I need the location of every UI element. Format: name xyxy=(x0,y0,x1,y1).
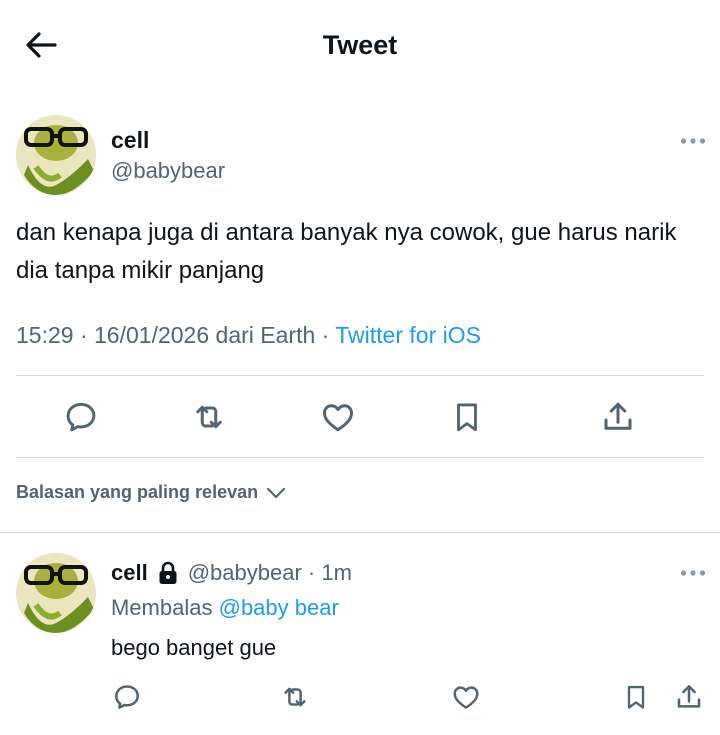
more-icon xyxy=(680,138,706,144)
share-button[interactable] xyxy=(597,396,639,438)
reply-icon xyxy=(66,402,96,432)
reply-button[interactable] xyxy=(60,396,102,438)
divider xyxy=(16,375,704,376)
lock-icon xyxy=(159,561,177,584)
author-name[interactable]: cell xyxy=(111,127,149,154)
tweet-source-link[interactable]: Twitter for iOS xyxy=(335,322,481,348)
tweet-date: 16/01/2026 xyxy=(94,322,210,348)
page-title: Tweet xyxy=(322,30,398,60)
reply-author-name[interactable]: cell xyxy=(111,560,148,586)
retweet-icon xyxy=(196,405,222,429)
reply-avatar[interactable] xyxy=(16,553,96,633)
like-icon xyxy=(323,404,353,432)
more-options-button[interactable] xyxy=(675,131,711,151)
share-icon xyxy=(677,685,701,708)
author-handle[interactable]: @babybear xyxy=(111,158,225,184)
reply-sort-dropdown[interactable]: Balasan yang paling relevan xyxy=(16,482,286,503)
replying-to: Membalas @baby bear xyxy=(111,595,339,621)
reply-retweet-button[interactable] xyxy=(278,680,312,714)
reply-text: bego banget gue xyxy=(111,635,277,660)
retweet-icon xyxy=(284,687,306,707)
reply-age: 1m xyxy=(321,560,352,585)
replying-to-label: Membalas xyxy=(111,595,213,620)
bookmark-icon xyxy=(457,403,477,432)
divider xyxy=(0,532,720,533)
tweet-location: dari Earth xyxy=(215,322,316,348)
bookmark-icon xyxy=(627,685,645,709)
reply-bookmark-button[interactable] xyxy=(619,680,653,714)
share-icon xyxy=(604,402,632,430)
reply-sort-label: Balasan yang paling relevan xyxy=(16,482,259,502)
reply-more-options-button[interactable] xyxy=(675,563,711,583)
reply-header: cell @babybear · 1m xyxy=(111,560,352,586)
tweet-time: 15:29 xyxy=(16,322,74,348)
replying-to-link[interactable]: @baby bear xyxy=(219,595,339,620)
reply-icon xyxy=(115,685,139,709)
tweet-meta: 15:29 · 16/01/2026 dari Earth · Twitter … xyxy=(16,322,481,348)
retweet-button[interactable] xyxy=(188,396,230,438)
reply-reply-button[interactable] xyxy=(110,680,144,714)
bookmark-button[interactable] xyxy=(446,396,488,438)
like-icon xyxy=(453,686,479,709)
avatar[interactable] xyxy=(16,115,96,195)
more-icon xyxy=(680,570,706,576)
reply-author-handle[interactable]: @babybear xyxy=(188,560,302,586)
reply-share-button[interactable] xyxy=(672,680,706,714)
like-button[interactable] xyxy=(317,396,359,438)
tweet-text: dan kenapa juga di antara banyak nya cow… xyxy=(16,219,677,284)
chevron-down-icon xyxy=(267,487,286,498)
reply-like-button[interactable] xyxy=(449,680,483,714)
divider xyxy=(16,457,704,458)
